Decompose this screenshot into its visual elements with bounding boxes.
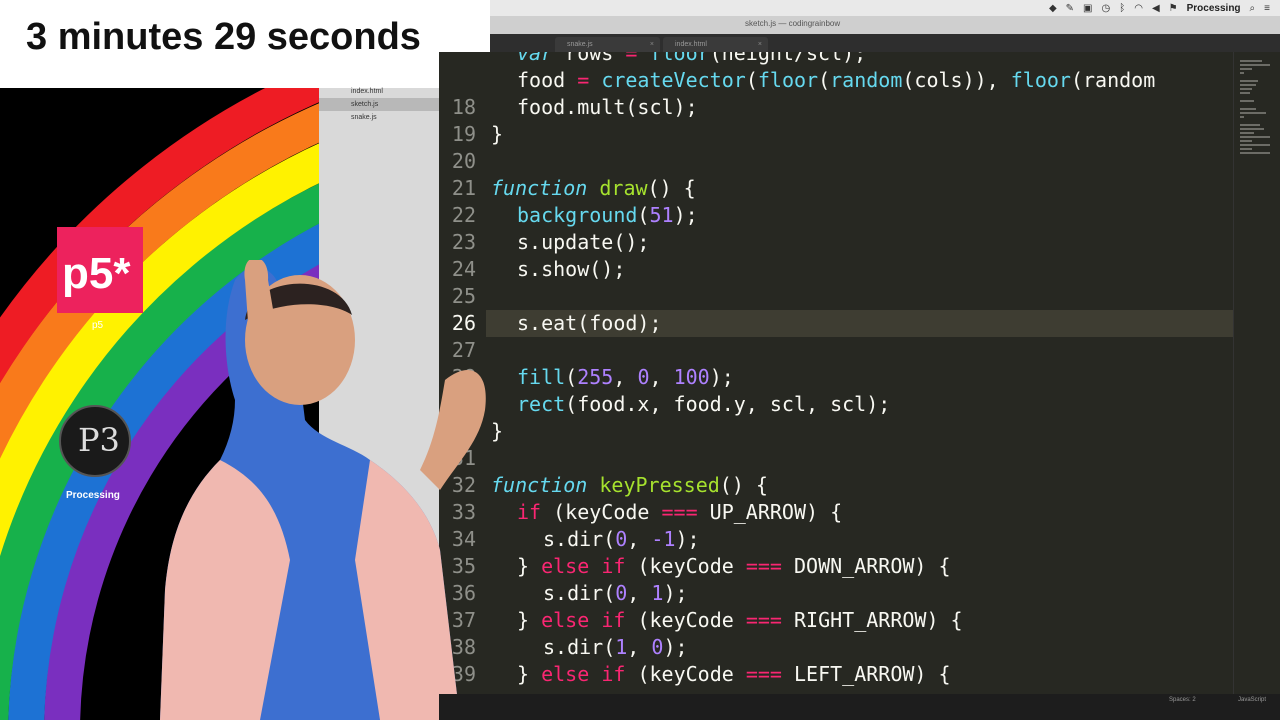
code-line[interactable]: rect(food.x, food.y, scl, scl); <box>517 391 890 418</box>
evernote-icon[interactable]: ✎ <box>1066 3 1074 14</box>
minimap-line <box>1240 64 1270 66</box>
minimap-line <box>1240 84 1256 86</box>
processing-logo-text: P3 <box>78 421 120 459</box>
line-number <box>439 67 476 94</box>
minimap-line <box>1240 112 1266 114</box>
minimap-line <box>1240 88 1252 90</box>
line-number: 20 <box>451 149 476 173</box>
dropbox-icon[interactable]: ◆ <box>1049 3 1057 14</box>
minimap-line <box>1240 68 1252 70</box>
search-icon[interactable]: ⌕ <box>1250 3 1256 14</box>
wifi-icon[interactable]: ◠ <box>1134 3 1143 14</box>
code-line[interactable]: food.mult(scl); <box>517 94 698 121</box>
sidebar-file-sketch[interactable]: sketch.js <box>319 98 439 111</box>
code-line[interactable]: background(51); <box>517 202 698 229</box>
minimap-line <box>1240 80 1258 82</box>
p5-icon-label: p5 <box>92 320 104 331</box>
window-title: sketch.js — codingrainbow <box>745 19 841 28</box>
screen-icon[interactable]: ▣ <box>1083 3 1092 14</box>
close-icon[interactable]: × <box>650 37 654 52</box>
code-line[interactable]: s.eat(food); <box>517 310 662 337</box>
code-line[interactable]: s.update(); <box>517 229 649 256</box>
minimap-line <box>1240 116 1244 118</box>
p5-app-icon[interactable]: p5* <box>57 227 143 313</box>
processing-icon-label: Processing <box>66 490 120 501</box>
tab-label: snake.js <box>567 41 593 48</box>
minimap-line <box>1240 148 1252 150</box>
sidebar-file-index[interactable]: index.html <box>319 85 439 98</box>
minimap-line <box>1240 92 1250 94</box>
menu-list-icon[interactable]: ≡ <box>1264 3 1270 14</box>
tab-bar: snake.js × index.html × <box>490 34 1280 52</box>
bluetooth-icon[interactable]: ᛒ <box>1119 3 1125 14</box>
code-editor[interactable]: 1819202122232425262728293031323334353637… <box>439 52 1233 694</box>
tab-snake[interactable]: snake.js × <box>555 37 660 52</box>
code-line[interactable]: if (keyCode === UP_ARROW) { <box>517 499 842 526</box>
indent-setting[interactable]: Spaces: 2 <box>1169 697 1196 703</box>
minimap-line <box>1240 144 1270 146</box>
timer-text: 3 minutes 29 seconds <box>26 16 421 58</box>
minimap-line <box>1240 100 1254 102</box>
sidebar-file-snake[interactable]: snake.js <box>319 111 439 124</box>
code-line[interactable]: s.show(); <box>517 256 625 283</box>
menubar-app-name[interactable]: Processing <box>1187 3 1241 14</box>
presenter-figure <box>160 260 486 720</box>
code-line[interactable]: fill(255, 0, 100); <box>517 364 734 391</box>
code-line[interactable]: function keyPressed() { <box>491 472 768 499</box>
code-line[interactable]: var rows = floor(height/scl); <box>517 52 866 67</box>
minimap-line <box>1240 72 1244 74</box>
volume-icon[interactable]: ◀ <box>1152 3 1160 14</box>
code-line[interactable]: } else if (keyCode === RIGHT_ARROW) { <box>517 607 963 634</box>
code-line[interactable]: food = createVector(floor(random(cols)),… <box>517 67 1155 94</box>
code-line[interactable]: } <box>491 121 503 148</box>
status-bar: Spaces: 2 JavaScript <box>439 694 1280 720</box>
minimap-line <box>1240 124 1260 126</box>
line-number: 22 <box>451 203 476 227</box>
code-line[interactable]: } else if (keyCode === DOWN_ARROW) { <box>517 553 951 580</box>
processing-app-icon[interactable]: P3 <box>59 405 131 477</box>
minimap-line <box>1240 128 1264 130</box>
line-number <box>439 52 476 67</box>
code-line[interactable]: } else if (keyCode === LEFT_ARROW) { <box>517 661 951 688</box>
minimap-line <box>1240 108 1256 110</box>
code-line[interactable]: s.dir(0, -1); <box>543 526 700 553</box>
minimap-line <box>1240 152 1270 154</box>
line-number: 18 <box>451 95 476 119</box>
minimap-line <box>1240 136 1270 138</box>
timer-overlay: 3 minutes 29 seconds <box>0 0 490 88</box>
tab-index[interactable]: index.html × <box>663 37 768 52</box>
minimap-line <box>1240 140 1252 142</box>
minimap-line <box>1240 60 1262 62</box>
syntax-mode[interactable]: JavaScript <box>1238 697 1266 703</box>
minimap-line <box>1240 132 1254 134</box>
window-titlebar: sketch.js — codingrainbow <box>490 16 1280 34</box>
close-icon[interactable]: × <box>758 37 762 52</box>
system-menubar: ◆ ✎ ▣ ◷ ᛒ ◠ ◀ ⚑ Processing ⌕ ≡ <box>490 0 1280 17</box>
code-line[interactable]: s.dir(0, 1); <box>543 580 688 607</box>
p5-logo-text: p5* <box>62 249 131 298</box>
flag-icon[interactable]: ⚑ <box>1169 3 1178 14</box>
line-number: 21 <box>451 176 476 200</box>
code-line[interactable]: function draw() { <box>491 175 696 202</box>
time-machine-icon[interactable]: ◷ <box>1101 3 1110 14</box>
code-minimap[interactable] <box>1233 52 1280 694</box>
line-number: 23 <box>451 230 476 254</box>
line-number: 19 <box>451 122 476 146</box>
tab-label: index.html <box>675 41 707 48</box>
code-line[interactable]: s.dir(1, 0); <box>543 634 688 661</box>
